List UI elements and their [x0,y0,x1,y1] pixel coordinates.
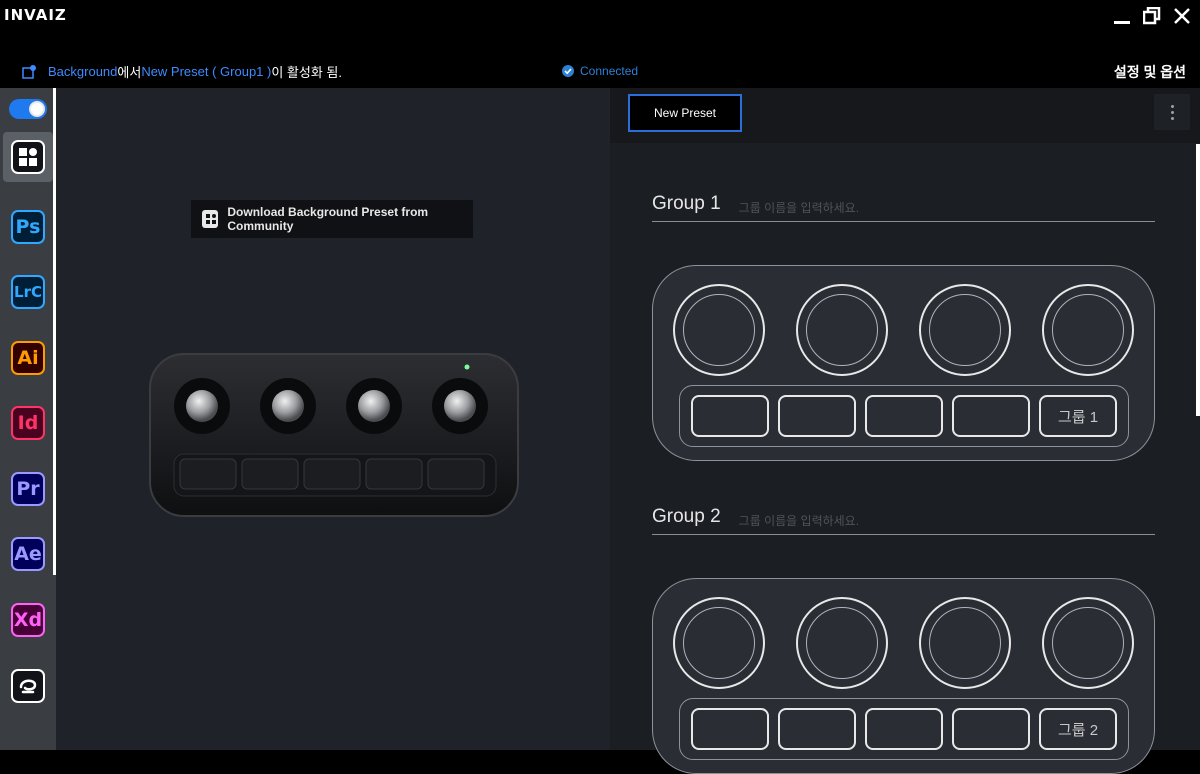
knob-inner-ring [1052,607,1124,679]
key-slot[interactable] [952,395,1030,437]
minimize-button[interactable] [1112,6,1132,26]
sidebar-app-xd[interactable]: Xd [11,603,45,637]
key-row: 그룹 2 [679,698,1129,760]
title-bar: INVAIZ Background 에서 New Preset ( Group1 … [0,0,1200,88]
group-device-layout-2: 그룹 2 [652,578,1155,774]
group-switch-key[interactable]: 그룹 1 [1039,395,1117,437]
restore-button[interactable] [1142,6,1162,26]
check-circle-icon [562,65,574,77]
preset-active-icon [22,64,36,79]
app-logo: INVAIZ [4,6,67,24]
status-middle-text: 에서 [117,65,142,80]
download-community-preset-button[interactable]: Download Background Preset from Communit… [191,200,473,238]
kebab-dot [1170,116,1174,120]
grid-shapes-icon [19,148,37,166]
knob-slot[interactable] [1042,284,1134,376]
download-label: Download Background Preset from Communit… [227,205,429,233]
key-slot[interactable] [691,395,769,437]
minimize-icon [1114,21,1130,24]
sidebar-app-photoshop[interactable]: Ps [11,210,45,244]
key-slot[interactable] [691,708,769,750]
kebab-dot [1170,110,1174,114]
scrollbar-thumb[interactable] [1196,144,1200,416]
knob-slot[interactable] [919,597,1011,689]
status-preset-name: New Preset ( Group1 ) [141,64,272,79]
knob-inner-ring [1052,294,1124,366]
key-slot[interactable] [865,395,943,437]
app-label: LrC [14,283,42,301]
connection-label: Connected [580,64,639,78]
more-options-button[interactable] [1154,94,1190,130]
connection-status: Connected [562,64,638,78]
sidebar-app-indesign[interactable]: Id [11,406,45,440]
knob-slot[interactable] [796,597,888,689]
knob-inner-ring [806,294,878,366]
knob-inner-ring [806,607,878,679]
key-slot[interactable] [952,708,1030,750]
sidebar-app-after-effects[interactable]: Ae [11,537,45,571]
knob-slot[interactable] [796,284,888,376]
community-icon [202,210,219,228]
sidebar-app-lightroom-classic[interactable]: LrC [11,275,45,309]
key-row: 그룹 1 [679,385,1129,447]
knob-slot[interactable] [673,597,765,689]
clip-studio-icon [19,679,37,694]
group-title: Group 2 [652,506,721,527]
status-suffix-text: 이 활성화 됨. [271,65,342,80]
group-header-1: Group 1 [652,192,1155,222]
group-header-2: Group 2 [652,505,1155,535]
device-image [149,353,519,517]
toggle-knob [29,101,45,117]
device-preview-panel: Download Background Preset from Communit… [56,88,610,750]
group-device-layout-1: 그룹 1 [652,265,1155,461]
sidebar-app-illustrator[interactable]: Ai [11,341,45,375]
group-name-input[interactable] [738,514,1039,528]
knob-inner-ring [683,607,755,679]
knob-slot[interactable] [1042,597,1134,689]
close-icon [1174,8,1190,24]
knob-slot[interactable] [673,284,765,376]
preset-tab-strip: New Preset [610,88,1200,143]
app-label: Xd [13,609,43,631]
sidebar-app-premiere-pro[interactable]: Pr [11,472,45,506]
sidebar-app-clip-studio[interactable] [11,669,45,703]
preset-tab-new-preset[interactable]: New Preset [628,94,742,132]
app-label: Pr [16,478,40,500]
kebab-dot [1170,104,1174,108]
knob-inner-ring [929,294,1001,366]
app-label: Ai [17,347,39,369]
preset-editor-panel: New Preset Group 1 그룹 1 Group 2 [610,88,1200,774]
status-app-name: Background [48,64,118,79]
group-switch-key[interactable]: 그룹 2 [1039,708,1117,750]
key-slot[interactable] [778,395,856,437]
app-label: Id [17,412,39,434]
app-label: Ps [15,216,41,238]
knob-slot[interactable] [919,284,1011,376]
restore-icon [1143,7,1161,25]
key-slot[interactable] [865,708,943,750]
sidebar-app-background[interactable] [11,140,45,174]
active-preset-status: Background 에서 New Preset ( Group1 ) 이 활성화 … [22,62,342,81]
key-slot[interactable] [778,708,856,750]
device-toggle[interactable] [9,99,47,119]
knob-inner-ring [683,294,755,366]
close-button[interactable] [1172,6,1192,26]
group-name-input[interactable] [738,201,1039,215]
group-title: Group 1 [652,193,721,214]
app-label: Ae [14,543,42,565]
window-controls [1112,6,1192,26]
app-sidebar: Ps LrC Ai Id Pr Ae Xd [0,88,56,750]
settings-options-button[interactable]: 설정 및 옵션 [1114,62,1186,82]
knob-inner-ring [929,607,1001,679]
